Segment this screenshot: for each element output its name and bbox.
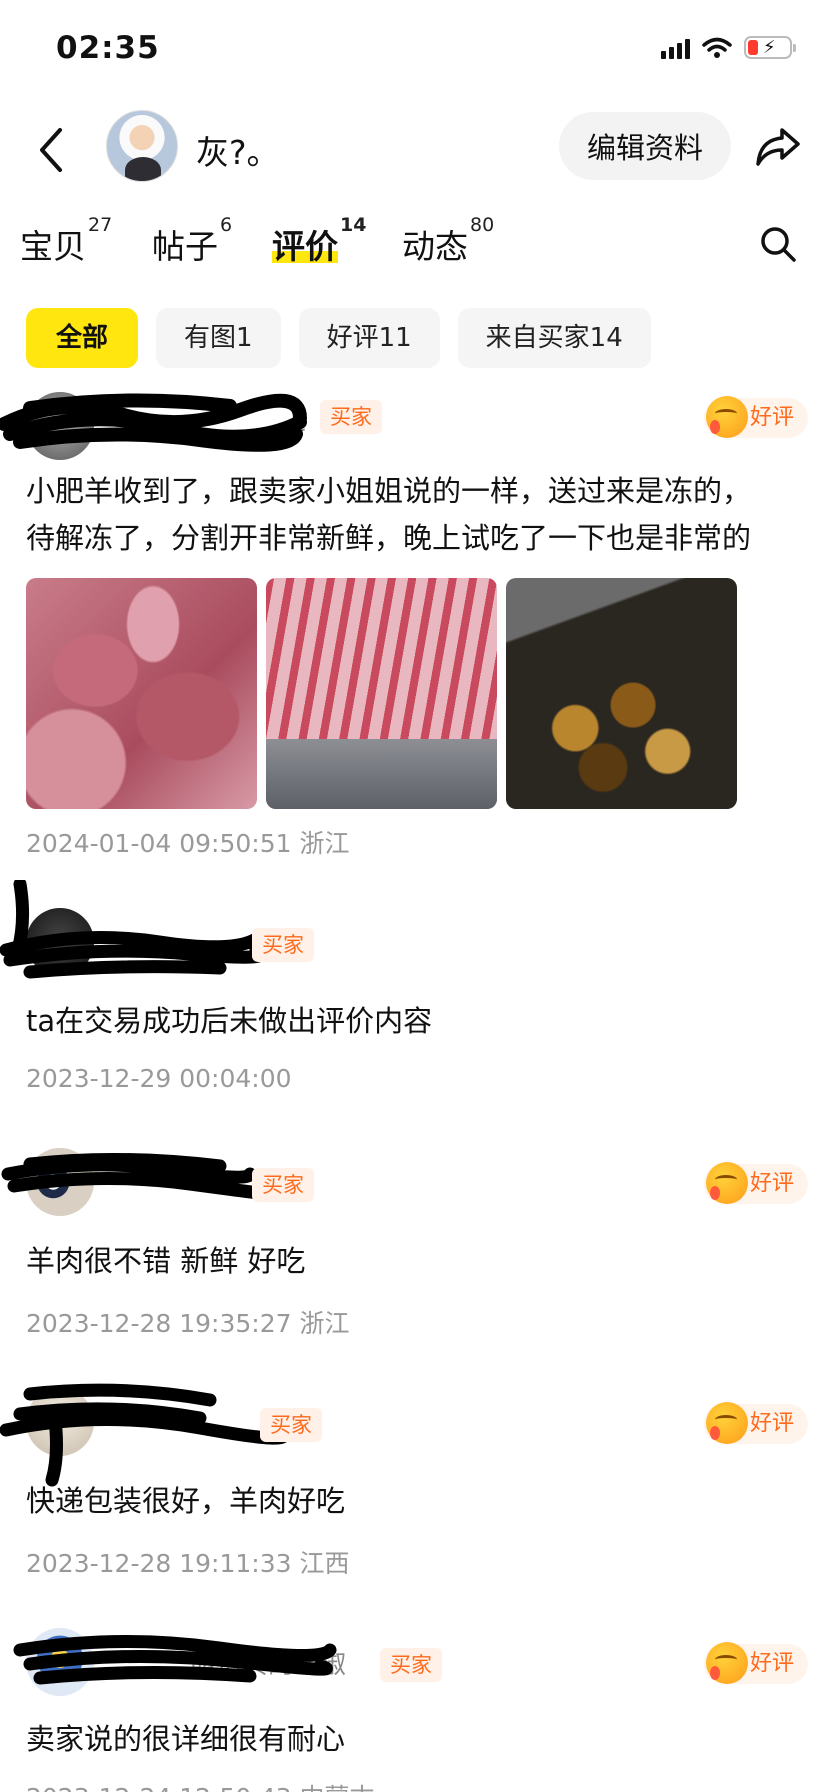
reviewer-avatar[interactable]: [26, 392, 94, 460]
review-meta: 2023-12-24 12:50:43 内蒙古: [26, 1778, 374, 1792]
buyer-badge: 买家: [252, 1168, 314, 1202]
status-icons: ⚡: [661, 36, 796, 59]
review-meta: 2023-12-28 19:11:33 江西: [26, 1549, 350, 1578]
review-text: 羊肉很不错 新鲜 好吃: [26, 1244, 306, 1278]
edit-profile-button[interactable]: 编辑资料: [559, 112, 731, 180]
review-item[interactable]: 买家 好评 快递包装很好，羊肉好吃 2023-12-28 19:11:33 江西: [0, 1380, 828, 1600]
buyer-badge: 买家: [260, 1408, 322, 1442]
review-item[interactable]: 买家 好评 羊肉很不错 新鲜 好吃 2023-12-28 19:35:27 浙江: [0, 1140, 828, 1360]
smile-icon: [705, 1642, 748, 1684]
filter-positive[interactable]: 好评11: [298, 308, 440, 368]
review-meta: 2023-12-29 00:04:00: [26, 1064, 292, 1093]
positive-rating-badge: 好评: [703, 1642, 808, 1684]
review-meta: 2023-12-28 19:35:27 浙江: [26, 1309, 350, 1338]
buyer-badge: 买家: [380, 1648, 442, 1682]
tab-activity[interactable]: 动态80: [402, 214, 494, 268]
review-item[interactable]: 叫谓贝的胡椒 买家 好评 卖家说的很详细很有耐心 2023-12-24 12:5…: [0, 1620, 828, 1792]
review-photos: [26, 578, 737, 809]
buyer-badge: 买家: [320, 400, 382, 434]
review-text: 快递包装很好，羊肉好吃: [26, 1484, 346, 1518]
avatar[interactable]: [106, 110, 178, 182]
share-icon[interactable]: [754, 124, 802, 168]
smile-icon: [705, 1402, 748, 1444]
search-icon[interactable]: [758, 224, 798, 264]
filter-from-buyers[interactable]: 来自买家14: [457, 308, 651, 368]
cellular-signal-icon: [661, 37, 690, 59]
reviewer-name[interactable]: 叫谓贝的胡椒: [190, 1644, 346, 1681]
smile-icon: [705, 1162, 748, 1204]
buyer-badge: 买家: [252, 928, 314, 962]
wifi-icon: [702, 37, 732, 58]
positive-rating-badge: 好评: [703, 1162, 808, 1204]
review-filters: 全部 有图1 好评11 来自买家14: [26, 308, 651, 368]
status-time: 02:35: [56, 30, 160, 66]
positive-rating-badge: 好评: [703, 1402, 808, 1444]
review-photo[interactable]: [506, 578, 737, 809]
review-text: ta在交易成功后未做出评价内容: [26, 1004, 433, 1038]
smile-icon: [705, 396, 748, 438]
review-photo[interactable]: [26, 578, 257, 809]
reviewer-name[interactable]: c: [292, 408, 306, 438]
review-item[interactable]: 买家 ta在交易成功后未做出评价内容 2023-12-29 00:04:00: [0, 880, 828, 1100]
review-meta: 2024-01-04 09:50:51 浙江: [26, 829, 350, 858]
tab-items[interactable]: 宝贝27: [20, 214, 112, 268]
positive-rating-badge: 好评: [703, 396, 808, 438]
reviewer-avatar[interactable]: [26, 1148, 94, 1216]
back-icon[interactable]: [30, 124, 74, 176]
review-photo[interactable]: [266, 578, 497, 809]
review-text: 小肥羊收到了，跟卖家小姐姐说的一样，送过来是冻的， 待解冻了，分割开非常新鲜，晚…: [26, 474, 752, 555]
reviewer-avatar[interactable]: [26, 1388, 94, 1456]
review-text: 卖家说的很详细很有耐心: [26, 1722, 346, 1756]
profile-tabs: 宝贝27 帖子6 评价14 动态80: [0, 212, 828, 272]
user-name: 灰?。: [196, 133, 280, 172]
tab-posts[interactable]: 帖子6: [152, 214, 232, 268]
profile-header: 灰?。 编辑资料: [0, 100, 828, 200]
filter-with-images[interactable]: 有图1: [156, 308, 281, 368]
filter-all[interactable]: 全部: [26, 308, 139, 368]
status-bar: 02:35 ⚡: [0, 0, 828, 96]
tab-reviews[interactable]: 评价14: [272, 214, 366, 268]
reviewer-avatar[interactable]: [26, 908, 94, 976]
battery-icon: ⚡: [744, 36, 796, 59]
reviewer-avatar[interactable]: [26, 1628, 94, 1696]
